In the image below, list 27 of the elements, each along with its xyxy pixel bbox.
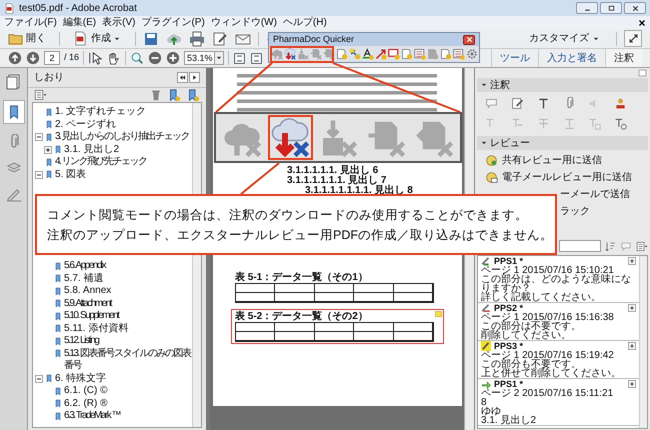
window-title: test05.pdf - Adobe Acrobat — [19, 2, 137, 16]
panel-title: しおり — [34, 71, 64, 85]
page-total: / 16 — [64, 51, 80, 64]
comment-meta: ページ 1 2015/07/16 15:19:42 — [481, 351, 615, 360]
heading-text: 3.1.1.1.1.1. 見出し 6 — [287, 166, 378, 176]
comment-author: PPS1 * — [494, 256, 524, 266]
comment-text: ゆゆ — [481, 407, 501, 416]
comment-text: この部分は、どのような意味になりますか？ — [481, 275, 632, 293]
comment-meta: ページ 1 2015/07/16 15:16:38 — [481, 313, 615, 322]
comment-text: この部分は不要です。 — [481, 322, 582, 331]
callout-text: コメント閲覧モードの場合は、注釈のダウンロードのみ使用することができます。 — [47, 206, 528, 222]
comment-author: PPS1 * — [494, 380, 524, 388]
comment-author: PPS2 * — [494, 304, 524, 312]
comment-meta: ページ 2 2015/07/16 15:11:21 — [481, 389, 614, 398]
table-caption: 表 5-2：データ一覧（その2） — [235, 311, 369, 322]
comment-text: 削除してください。 — [481, 331, 572, 340]
comment-text: 上と併せて削除してください。 — [481, 369, 622, 378]
callout-text: 注釈のアップロード、エクスターナルレビュー用PDFの作成／取り込みはできません。 — [47, 226, 553, 242]
comment-text: 8 — [481, 398, 487, 407]
comment-text: 3.1. 見出し2 — [481, 416, 538, 425]
comment-text: 詳しく記載してください。 — [481, 293, 602, 302]
palette-title: PharmaDoc Quicker — [273, 32, 354, 46]
table-caption: 表 5-1：データ一覧（その1） — [235, 272, 369, 283]
heading-text: 3.1.1.1.1.1.1. 見出し 7 — [287, 176, 386, 186]
comment-meta: ページ 1 2015/07/16 15:10:21 — [481, 266, 614, 275]
comment-text: この部分も不要です。 — [481, 360, 582, 369]
comment-author: PPS3 * — [494, 342, 524, 350]
